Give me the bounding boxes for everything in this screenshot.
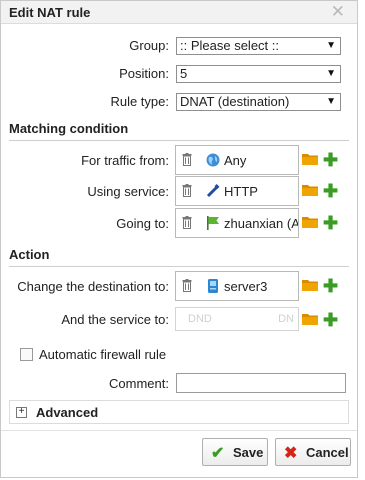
trash-icon[interactable] <box>182 184 192 197</box>
dialog-body: Group: :: Please select :: ▼ Position: 5… <box>1 23 357 477</box>
change-destination-label: Change the destination to: <box>17 279 169 294</box>
change-destination-value: server3 <box>224 279 268 294</box>
service-placeholder-right: DN <box>278 313 294 325</box>
folder-icon[interactable] <box>302 313 318 325</box>
position-label: Position: <box>119 66 169 81</box>
add-icon[interactable]: ✚ <box>323 311 338 329</box>
traffic-from-field[interactable]: Any <box>175 145 299 175</box>
close-icon[interactable]: ✕ <box>331 2 345 22</box>
position-select[interactable]: 5 ▼ <box>176 65 341 83</box>
chevron-down-icon: ▼ <box>326 68 336 79</box>
save-button-label: Save <box>233 445 264 460</box>
chevron-down-icon: ▼ <box>326 40 336 51</box>
save-button[interactable]: ✔ Save <box>202 438 268 466</box>
advanced-label: Advanced <box>36 405 99 420</box>
matching-condition-header: Matching condition <box>9 121 349 141</box>
group-label: Group: <box>129 38 169 53</box>
trash-icon[interactable] <box>182 153 192 166</box>
service-placeholder-left: DND <box>188 313 212 325</box>
automatic-firewall-rule-checkbox[interactable] <box>20 348 33 361</box>
change-destination-field[interactable]: server3 <box>175 271 299 301</box>
rule-type-select-value: DNAT (destination) <box>180 94 290 109</box>
using-service-value: HTTP <box>224 184 258 199</box>
network-flag-icon <box>207 216 219 230</box>
dialog-title: Edit NAT rule <box>9 5 91 20</box>
cancel-x-icon: ✖ <box>284 445 298 462</box>
comment-label: Comment: <box>109 376 169 391</box>
expand-icon[interactable]: + <box>16 407 27 418</box>
action-header: Action <box>9 247 349 267</box>
dialog-titlebar: Edit NAT rule ✕ <box>1 1 357 24</box>
automatic-firewall-rule-label[interactable]: Automatic firewall rule <box>39 347 166 362</box>
group-select[interactable]: :: Please select :: ▼ <box>176 37 341 55</box>
going-to-label: Going to: <box>116 216 169 231</box>
checkmark-icon: ✔ <box>211 445 225 462</box>
service-dropzone[interactable]: DND DN <box>175 307 299 331</box>
using-service-field[interactable]: HTTP <box>175 176 299 206</box>
traffic-from-value: Any <box>224 153 247 168</box>
edit-nat-rule-dialog: Edit NAT rule ✕ Group: :: Please select … <box>0 0 358 478</box>
chevron-down-icon: ▼ <box>326 96 336 107</box>
trash-icon[interactable] <box>182 279 192 292</box>
folder-icon[interactable] <box>302 153 318 165</box>
folder-icon[interactable] <box>302 184 318 196</box>
rule-type-select[interactable]: DNAT (destination) ▼ <box>176 93 341 111</box>
traffic-from-label: For traffic from: <box>81 153 169 168</box>
group-select-value: :: Please select :: <box>180 38 279 53</box>
going-to-field[interactable]: zhuanxian (Ac <box>175 208 299 238</box>
plug-icon <box>206 184 220 198</box>
footer-divider <box>1 430 357 431</box>
advanced-section[interactable]: + Advanced <box>9 400 349 424</box>
add-icon[interactable]: ✚ <box>323 182 338 200</box>
trash-icon[interactable] <box>182 216 192 229</box>
service-label: And the service to: <box>61 312 169 327</box>
comment-input[interactable] <box>176 373 346 393</box>
server-icon <box>208 279 218 293</box>
position-select-value: 5 <box>180 66 188 81</box>
cancel-button-label: Cancel <box>306 445 349 460</box>
add-icon[interactable]: ✚ <box>323 277 338 295</box>
globe-icon <box>206 153 220 167</box>
add-icon[interactable]: ✚ <box>323 151 338 169</box>
going-to-value: zhuanxian (Ac <box>224 216 299 231</box>
cancel-button[interactable]: ✖ Cancel <box>275 438 351 466</box>
folder-icon[interactable] <box>302 216 318 228</box>
add-icon[interactable]: ✚ <box>323 214 338 232</box>
folder-icon[interactable] <box>302 279 318 291</box>
rule-type-label: Rule type: <box>110 94 169 109</box>
using-service-label: Using service: <box>87 184 169 199</box>
